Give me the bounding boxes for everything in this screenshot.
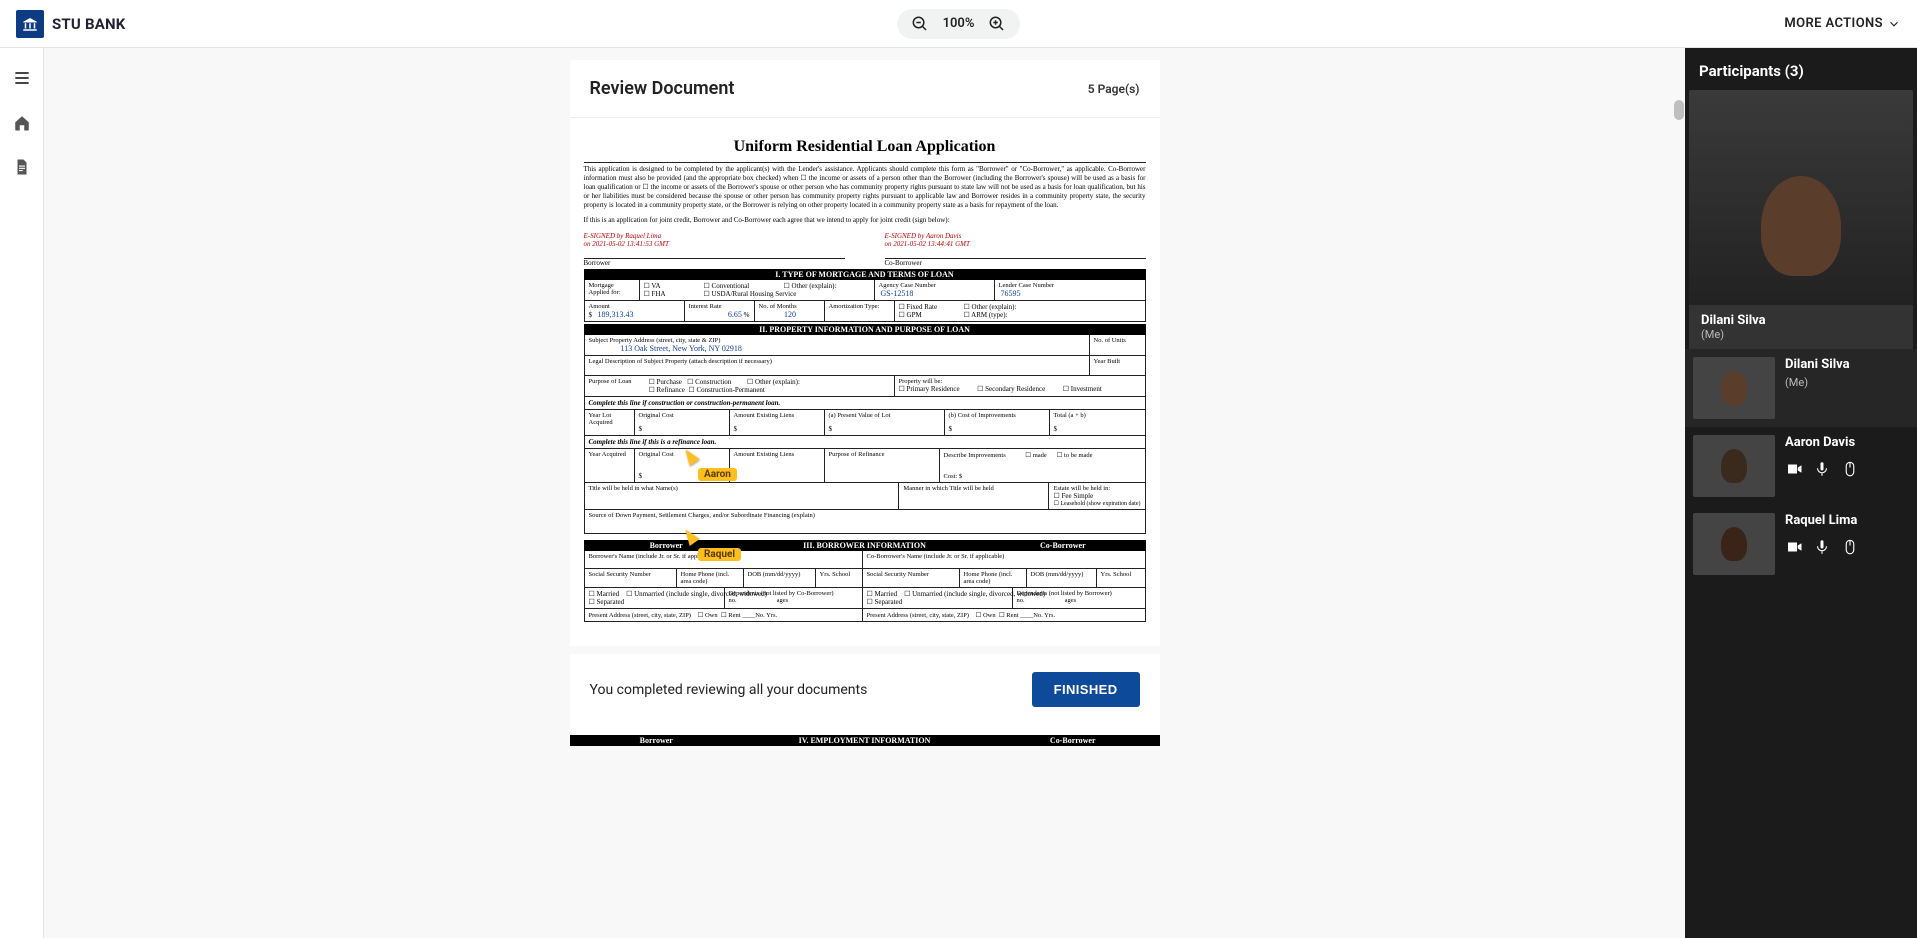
- more-actions-label: MORE ACTIONS: [1784, 16, 1883, 31]
- agency-case-value: GS-12518: [879, 289, 990, 298]
- mortgage-label: Mortgage Applied for:: [589, 282, 635, 296]
- document-icon[interactable]: [13, 158, 31, 176]
- participants-header: Participants (3): [1685, 48, 1917, 90]
- section-4-coborrower: Co-Borrower: [986, 735, 1160, 746]
- participant-item-aaron: Aaron Davis: [1685, 427, 1917, 505]
- amount-value: 189,313.43: [596, 310, 634, 319]
- brand: STU BANK: [16, 10, 126, 38]
- coborrower-sig-label: Co-Borrower: [885, 259, 1146, 267]
- rate-label: Interest Rate: [689, 303, 750, 310]
- zoom-out-icon[interactable]: [911, 15, 929, 33]
- lender-case-label: Lender Case Number: [999, 282, 1141, 289]
- participant-name: Aaron Davis: [1785, 435, 1909, 450]
- section-1-header: I. TYPE OF MORTGAGE AND TERMS OF LOAN: [584, 269, 1146, 280]
- participant-name: Dilani Silva: [1785, 357, 1909, 372]
- borrower-sig-label: Borrower: [584, 259, 845, 267]
- participant-thumb[interactable]: [1693, 513, 1775, 575]
- mic-icon[interactable]: [1813, 538, 1831, 556]
- section-4-borrower: Borrower: [570, 735, 744, 746]
- months-value: 120: [759, 310, 820, 319]
- participant-item-me: Dilani Silva (Me): [1685, 349, 1917, 427]
- year-built-label: Year Built: [1094, 358, 1141, 365]
- legal-desc-label: Legal Description of Subject Property (a…: [589, 358, 1085, 365]
- zoom-level: 100%: [943, 16, 975, 31]
- page-count: 5 Page(s): [1088, 82, 1140, 96]
- document-card: Review Document 5 Page(s) Uniform Reside…: [570, 60, 1160, 746]
- finished-button[interactable]: FINISHED: [1032, 672, 1140, 707]
- agency-case-label: Agency Case Number: [879, 282, 990, 289]
- coborrower-signature: E-SIGNED by Aaron Davis: [885, 232, 1146, 240]
- amount-label: Amount: [589, 303, 680, 310]
- borrower-signature-date: on 2021-05-02 13:41:53 GMT: [584, 240, 845, 248]
- participant-thumb[interactable]: [1693, 357, 1775, 419]
- main-video-me: (Me): [1701, 328, 1901, 341]
- rate-value: 6.65: [726, 310, 742, 319]
- section-2: Subject Property Address (street, city, …: [584, 335, 1146, 534]
- months-label: No. of Months: [759, 303, 820, 310]
- chevron-down-icon: [1887, 17, 1901, 31]
- menu-icon[interactable]: [12, 68, 32, 88]
- lender-case-value: 76595: [999, 289, 1141, 298]
- section-3-borrower: Borrower: [584, 540, 749, 551]
- form-title: Uniform Residential Loan Application: [584, 138, 1146, 156]
- property-address-value: 113 Oak Street, New York, NY 02918: [619, 344, 1085, 353]
- joint-text: If this is an application for joint cred…: [584, 216, 1146, 224]
- zoom-in-icon[interactable]: [988, 15, 1006, 33]
- mouse-icon[interactable]: [1841, 538, 1859, 556]
- section-3: Borrower's Name (include Jr. or Sr. if a…: [584, 551, 1146, 622]
- brand-name: STU BANK: [52, 15, 126, 33]
- zoom-control: 100%: [897, 9, 1021, 39]
- construction-line: Complete this line if construction or co…: [585, 397, 1145, 410]
- document-title: Review Document: [590, 78, 735, 99]
- main-video[interactable]: [1689, 90, 1913, 305]
- mic-icon[interactable]: [1813, 460, 1831, 478]
- intro-text: This application is designed to be compl…: [584, 165, 1146, 210]
- footer-message: You completed reviewing all your documen…: [590, 682, 868, 698]
- top-bar: STU BANK 100% MORE ACTIONS: [0, 0, 1917, 48]
- property-will-label: Property will be:: [899, 378, 1141, 385]
- main-video-name: Dilani Silva: [1701, 313, 1901, 328]
- scrollbar-thumb[interactable]: [1674, 100, 1684, 120]
- home-icon[interactable]: [13, 114, 31, 132]
- document-area[interactable]: Review Document 5 Page(s) Uniform Reside…: [44, 48, 1685, 938]
- section-2-header: II. PROPERTY INFORMATION AND PURPOSE OF …: [584, 324, 1146, 335]
- purpose-label: Purpose of Loan: [589, 378, 641, 385]
- camera-icon[interactable]: [1785, 538, 1803, 556]
- participant-me: (Me): [1785, 376, 1909, 389]
- participant-name: Raquel Lima: [1785, 513, 1909, 528]
- signature-row: E-SIGNED by Raquel Lima on 2021-05-02 13…: [584, 232, 1146, 267]
- mouse-icon[interactable]: [1841, 460, 1859, 478]
- amort-label: Amortization Type:: [829, 303, 890, 310]
- participant-thumb[interactable]: [1693, 435, 1775, 497]
- side-nav: [0, 48, 44, 938]
- section-3-header: III. BORROWER INFORMATION: [749, 540, 980, 551]
- section-1: Mortgage Applied for: ☐ VA☐ FHA ☐ Conven…: [584, 280, 1146, 322]
- more-actions-button[interactable]: MORE ACTIONS: [1784, 16, 1901, 31]
- coborrower-signature-date: on 2021-05-02 13:44:41 GMT: [885, 240, 1146, 248]
- participant-item-raquel: Raquel Lima: [1685, 505, 1917, 583]
- main-video-bar: Dilani Silva (Me): [1689, 305, 1913, 349]
- main-row: Review Document 5 Page(s) Uniform Reside…: [0, 48, 1917, 938]
- refinance-line: Complete this line if this is a refinanc…: [585, 436, 1145, 449]
- participants-panel: Participants (3) Dilani Silva (Me) Dilan…: [1685, 48, 1917, 938]
- borrower-signature: E-SIGNED by Raquel Lima: [584, 232, 845, 240]
- section-4-header: IV. EMPLOYMENT INFORMATION: [743, 735, 986, 746]
- document-header: Review Document 5 Page(s): [570, 60, 1160, 118]
- review-footer: You completed reviewing all your documen…: [570, 654, 1160, 725]
- units-label: No. of Units: [1094, 337, 1141, 344]
- section-3-coborrower: Co-Borrower: [980, 540, 1145, 551]
- document-page: Uniform Residential Loan Application Thi…: [570, 118, 1160, 646]
- brand-logo-icon: [16, 10, 44, 38]
- property-address-label: Subject Property Address (street, city, …: [589, 337, 1085, 344]
- camera-icon[interactable]: [1785, 460, 1803, 478]
